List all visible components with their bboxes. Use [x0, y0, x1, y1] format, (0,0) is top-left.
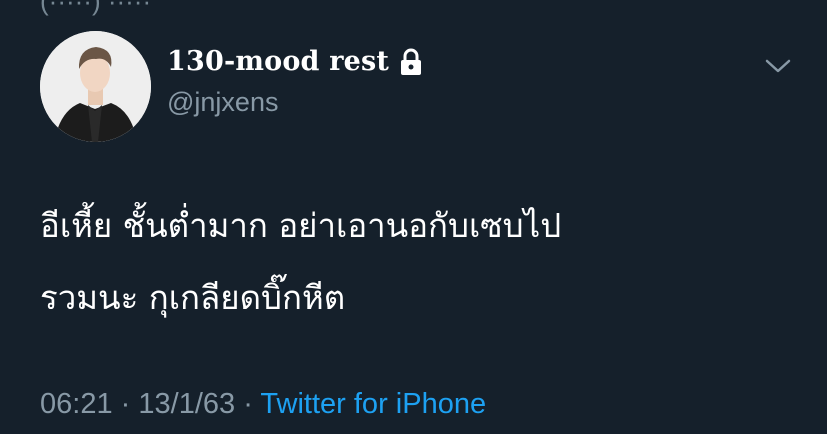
tweet-date[interactable]: 13/1/63 [138, 388, 235, 420]
tweet-menu-button[interactable] [760, 52, 796, 84]
meta-separator: · [120, 388, 131, 420]
tweet-meta: 06:21 · 13/1/63 · Twitter for iPhone [40, 388, 486, 421]
tweet-time[interactable]: 06:21 [40, 388, 113, 420]
lock-icon [399, 48, 423, 76]
author-name-row: 130-mood rest [167, 46, 423, 77]
tweet-text-line: รวมนะ กุเกลียดบิ๊กหีต [40, 278, 346, 317]
tweet-source-link[interactable]: Twitter for iPhone [260, 388, 486, 420]
display-name[interactable]: 130-mood rest [167, 46, 389, 77]
previous-tweet-fragment: (·····) ····· [40, 0, 152, 16]
tweet-text: อีเหี้ย ชั้นต่ำมาก อย่าเอานอกับเซบไป รวม… [40, 190, 780, 334]
tweet-text-line: อีเหี้ย ชั้นต่ำมาก อย่าเอานอกับเซบไป [40, 206, 562, 245]
user-handle[interactable]: @jnjxens [167, 87, 278, 118]
chevron-down-icon [764, 57, 792, 80]
meta-separator: · [243, 388, 253, 420]
avatar[interactable] [40, 31, 151, 142]
